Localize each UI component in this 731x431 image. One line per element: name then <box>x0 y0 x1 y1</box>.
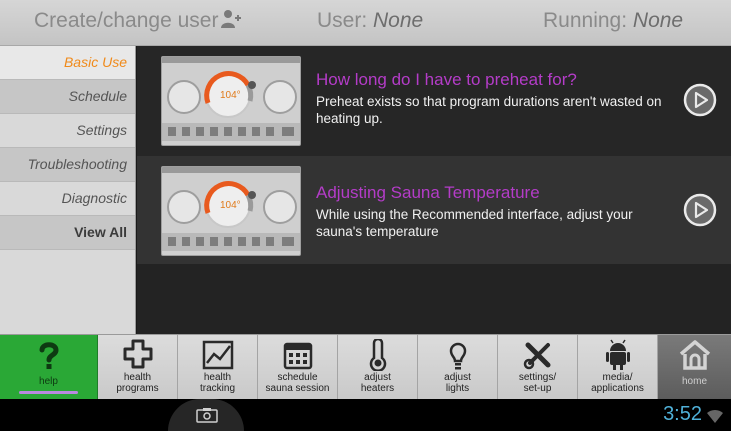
current-user-status: User: None <box>317 9 423 33</box>
topic-title: How long do I have to preheat for? <box>316 70 577 89</box>
active-indicator <box>19 391 78 394</box>
line-chart-icon <box>202 340 233 370</box>
system-navigation-bar: 3:52 <box>0 399 731 431</box>
bottom-navigation-bar: help health programs health tracking sch… <box>0 334 731 400</box>
running-status: Running: None <box>543 9 683 33</box>
user-label: User: <box>317 9 374 32</box>
home-icon <box>679 340 710 370</box>
sidebar-item-troubleshooting[interactable]: Troubleshooting <box>0 148 135 182</box>
play-icon <box>683 193 717 227</box>
nav-label: schedule sauna session <box>265 372 330 394</box>
add-user-icon <box>220 9 242 35</box>
android-icon <box>605 339 630 370</box>
help-topic-card[interactable]: 104° Adjusting Sauna Temperature While u… <box>137 156 731 264</box>
nav-health-programs-button[interactable]: health programs <box>98 335 178 400</box>
nav-settings-setup-button[interactable]: settings/ set-up <box>498 335 578 400</box>
nav-label: adjust heaters <box>360 372 395 394</box>
top-status-bar: Create/change user User: None Running: N… <box>0 0 731 46</box>
thermometer-icon <box>369 339 386 371</box>
running-label: Running: <box>543 9 633 32</box>
nav-label: settings/ set-up <box>518 372 557 394</box>
topic-thumbnail: 104° <box>161 166 301 256</box>
play-video-button[interactable] <box>683 193 717 227</box>
topic-title: Adjusting Sauna Temperature <box>316 183 540 202</box>
question-mark-icon <box>39 342 59 369</box>
sidebar-item-basic-use[interactable]: Basic Use <box>0 46 135 80</box>
lightbulb-icon <box>449 342 466 370</box>
help-category-sidebar: Basic Use Schedule Settings Troubleshoot… <box>0 46 136 334</box>
help-topics-list: 104° How long do I have to preheat for? … <box>137 46 731 334</box>
play-icon <box>683 83 717 117</box>
wifi-icon <box>707 409 723 423</box>
nav-label: home <box>681 376 707 387</box>
sidebar-item-diagnostic[interactable]: Diagnostic <box>0 182 135 216</box>
nav-adjust-heaters-button[interactable]: adjust heaters <box>338 335 418 400</box>
topic-description: Preheat exists so that program durations… <box>316 94 662 126</box>
calendar-icon <box>283 342 312 370</box>
sidebar-item-settings[interactable]: Settings <box>0 114 135 148</box>
topic-description: While using the Recommended interface, a… <box>316 207 633 239</box>
nav-label: health programs <box>116 372 159 394</box>
nav-label: help <box>39 376 58 387</box>
topic-thumbnail: 104° <box>161 56 301 146</box>
nav-help-button[interactable]: help <box>0 335 98 400</box>
nav-label: health tracking <box>199 372 235 394</box>
running-value: None <box>632 9 684 32</box>
play-video-button[interactable] <box>683 83 717 117</box>
create-user-label: Create/change user <box>34 9 219 32</box>
plus-cross-icon <box>123 339 152 369</box>
nav-home-button[interactable]: home <box>658 335 731 400</box>
nav-health-tracking-button[interactable]: health tracking <box>178 335 258 400</box>
nav-label: media/ applications <box>591 372 644 394</box>
nav-label: adjust lights <box>444 372 471 394</box>
user-value: None <box>373 9 424 32</box>
screenshot-camera-button[interactable] <box>168 399 244 431</box>
nav-media-applications-button[interactable]: media/ applications <box>578 335 658 400</box>
sidebar-item-view-all[interactable]: View All <box>0 216 135 250</box>
thumbnail-temp: 104° <box>220 90 241 101</box>
help-topic-card[interactable]: 104° How long do I have to preheat for? … <box>137 46 731 156</box>
nav-adjust-lights-button[interactable]: adjust lights <box>418 335 498 400</box>
tools-icon <box>523 342 550 370</box>
create-user-button[interactable]: Create/change user <box>34 9 242 35</box>
sidebar-item-schedule[interactable]: Schedule <box>0 80 135 114</box>
camera-icon <box>196 408 218 423</box>
nav-schedule-session-button[interactable]: schedule sauna session <box>258 335 338 400</box>
thumbnail-temp: 104° <box>220 200 241 211</box>
clock: 3:52 <box>663 403 702 425</box>
